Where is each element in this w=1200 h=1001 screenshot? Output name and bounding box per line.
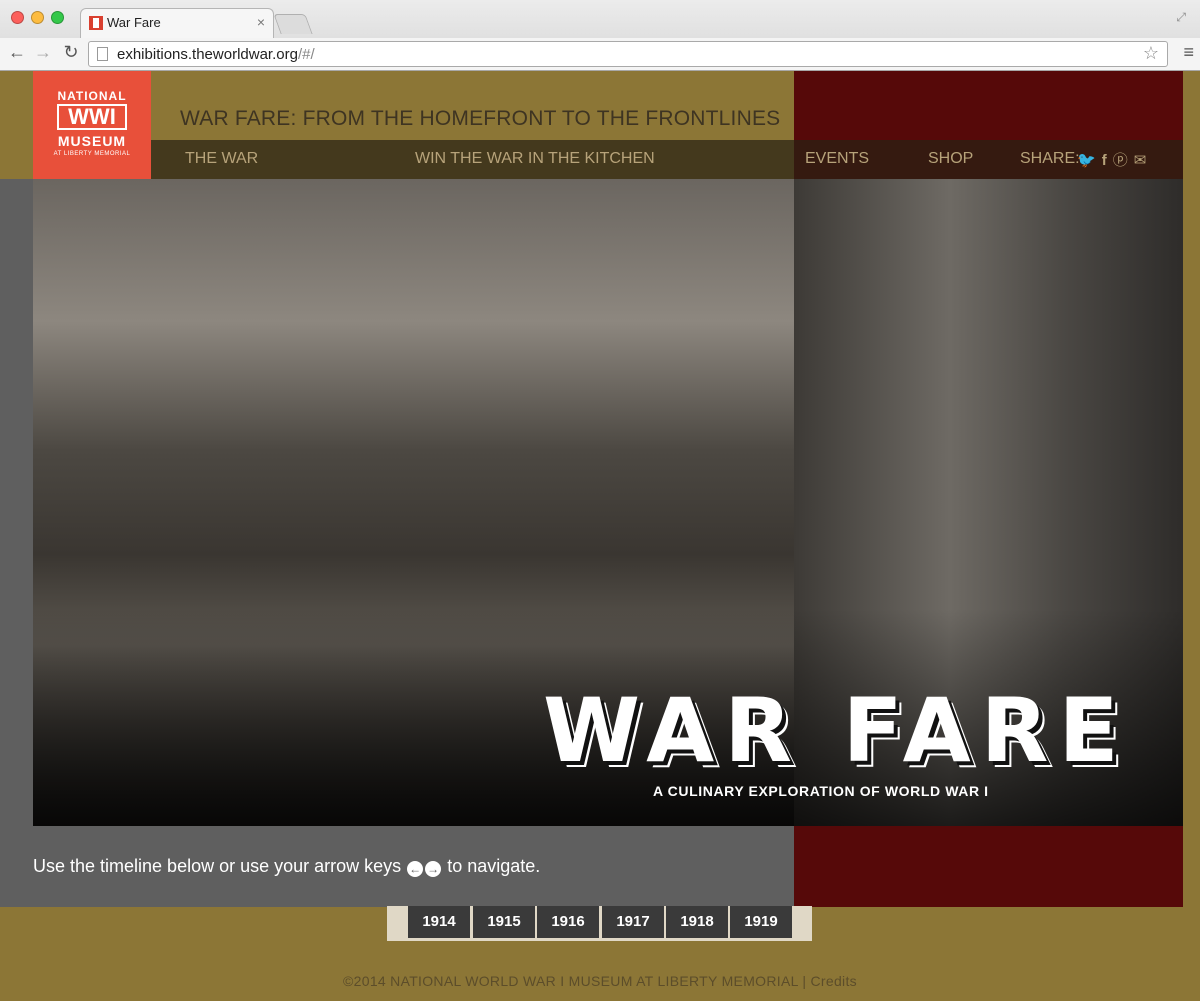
page-icon xyxy=(97,47,108,61)
site-title: WAR FARE: FROM THE HOMEFRONT TO THE FRON… xyxy=(180,107,781,130)
browser-toolbar: ← → ↻ exhibitions.theworldwar.org/#/ ☆ ≡ xyxy=(0,38,1200,70)
tab-title: War Fare xyxy=(107,15,161,30)
nav-shop[interactable]: SHOP xyxy=(928,150,973,168)
window-maximize-button[interactable] xyxy=(51,11,64,24)
bookmark-star-icon[interactable]: ☆ xyxy=(1143,43,1159,64)
logo-wwi: WWI xyxy=(57,104,127,130)
hero-subtitle: A CULINARY EXPLORATION OF WORLD WAR I xyxy=(653,783,989,799)
timeline-year-1919[interactable]: 1919 xyxy=(730,906,792,938)
logo-subtitle: AT LIBERTY MEMORIAL xyxy=(53,151,131,157)
hero-title: WAR FARE xyxy=(543,679,1129,782)
footer: ©2014 NATIONAL WORLD WAR I MUSEUM AT LIB… xyxy=(0,973,1200,989)
share-icons: 🐦fⓟ✉ xyxy=(1077,149,1152,170)
email-icon[interactable]: ✉ xyxy=(1134,152,1153,169)
footer-credits-link[interactable]: Credits xyxy=(811,973,857,989)
nav-events[interactable]: EVENTS xyxy=(805,150,869,168)
nav-the-war[interactable]: THE WAR xyxy=(185,150,258,168)
fullscreen-icon[interactable]: ⤢ xyxy=(1176,10,1186,25)
window-minimize-button[interactable] xyxy=(31,11,44,24)
logo-museum: MUSEUM xyxy=(57,133,127,149)
tab-close-icon[interactable]: × xyxy=(257,14,265,30)
timeline: 1914 1915 1916 1917 1918 1919 xyxy=(387,906,812,941)
browser-tab[interactable]: War Fare × xyxy=(80,8,274,38)
share-label: SHARE: xyxy=(1020,150,1080,167)
main-nav: THE WAR WIN THE WAR IN THE KITCHEN EVENT… xyxy=(151,140,1183,179)
address-bar[interactable]: exhibitions.theworldwar.org/#/ ☆ xyxy=(88,41,1168,67)
twitter-icon[interactable]: 🐦 xyxy=(1077,152,1102,169)
instructions-text-end: to navigate. xyxy=(447,856,541,876)
navigation-instructions: Use the timeline below or use your arrow… xyxy=(33,856,540,877)
reload-icon[interactable]: ↻ xyxy=(60,42,82,63)
nav-win-the-war[interactable]: WIN THE WAR IN THE KITCHEN xyxy=(415,150,655,168)
right-arrow-key-icon: → xyxy=(425,861,442,877)
back-arrow-icon[interactable]: ← xyxy=(6,42,28,63)
instructions-text: Use the timeline below or use your arrow… xyxy=(33,856,402,876)
footer-separator: | xyxy=(802,973,807,989)
timeline-year-1915[interactable]: 1915 xyxy=(473,906,535,938)
page: NATIONAL WWI MUSEUM AT LIBERTY MEMORIAL … xyxy=(0,71,1200,1001)
footer-copyright: ©2014 NATIONAL WORLD WAR I MUSEUM AT LIB… xyxy=(343,973,799,989)
timeline-year-1916[interactable]: 1916 xyxy=(537,906,599,938)
new-tab-button[interactable] xyxy=(273,14,313,34)
left-arrow-key-icon: ← xyxy=(407,861,424,877)
forward-arrow-icon[interactable]: → xyxy=(32,42,54,63)
favicon-icon xyxy=(89,16,103,30)
url-text[interactable]: exhibitions.theworldwar.org/#/ xyxy=(117,46,315,63)
browser-chrome: War Fare × ⤢ ← → ↻ exhibitions.theworldw… xyxy=(0,0,1200,71)
facebook-icon[interactable]: f xyxy=(1102,152,1113,169)
logo-national: NATIONAL xyxy=(57,89,127,103)
hero-banner[interactable]: WAR FARE A CULINARY EXPLORATION OF WORLD… xyxy=(33,179,1183,826)
timeline-year-1918[interactable]: 1918 xyxy=(666,906,728,938)
timeline-year-1917[interactable]: 1917 xyxy=(602,906,664,938)
pinterest-icon[interactable]: ⓟ xyxy=(1113,152,1134,169)
museum-logo[interactable]: NATIONAL WWI MUSEUM AT LIBERTY MEMORIAL xyxy=(33,71,151,179)
window-close-button[interactable] xyxy=(11,11,24,24)
timeline-year-1914[interactable]: 1914 xyxy=(408,906,470,938)
browser-menu-icon[interactable]: ≡ xyxy=(1183,42,1194,63)
